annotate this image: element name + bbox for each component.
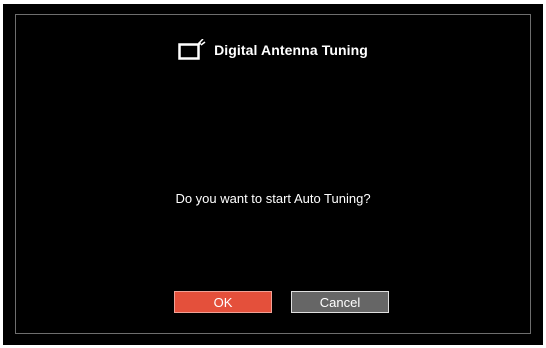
dialog-message: Do you want to start Auto Tuning? (175, 191, 371, 206)
dialog-header: Digital Antenna Tuning (16, 39, 530, 61)
ok-button[interactable]: OK (174, 291, 272, 313)
cancel-button[interactable]: Cancel (291, 291, 389, 313)
tuning-dialog: Digital Antenna Tuning Do you want to st… (15, 14, 531, 334)
tv-antenna-icon (178, 39, 206, 60)
tv-screen: Digital Antenna Tuning Do you want to st… (3, 4, 543, 345)
dialog-title: Digital Antenna Tuning (214, 42, 368, 58)
dialog-button-row: OK Cancel (16, 291, 530, 313)
